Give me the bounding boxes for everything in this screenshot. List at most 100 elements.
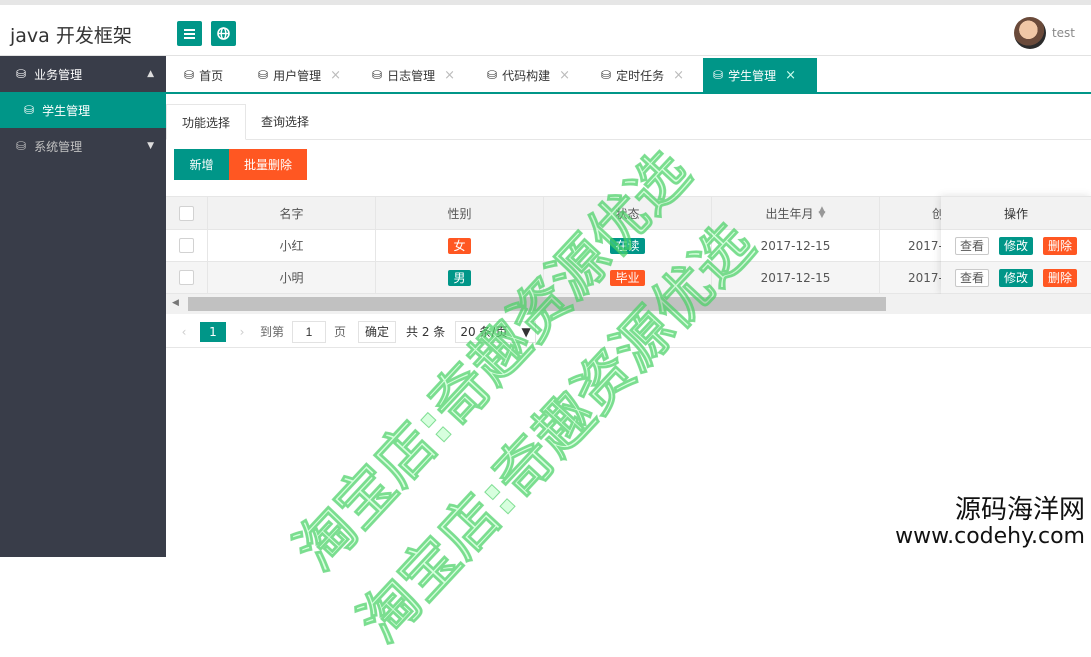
tab-query-select[interactable]: 查询选择 bbox=[246, 104, 324, 140]
tab-label: 定时任务 bbox=[616, 67, 664, 84]
row-checkbox-cell bbox=[166, 262, 208, 293]
current-page[interactable]: 1 bbox=[200, 322, 226, 342]
goto-label: 到第 bbox=[260, 323, 284, 340]
header-name: 名字 bbox=[208, 197, 376, 229]
cubes-icon: ⛁ bbox=[372, 68, 382, 82]
goto-page-input[interactable] bbox=[292, 321, 326, 343]
close-icon[interactable]: × bbox=[673, 68, 684, 83]
tab-bar: ⛁ 首页 ⛁ 用户管理 × ⛁ 日志管理 × ⛁ 代码构建 × ⛁ 定时任务 ×… bbox=[166, 58, 1091, 94]
tab-label: 代码构建 bbox=[502, 67, 550, 84]
cubes-icon: ⛁ bbox=[713, 68, 723, 82]
cell-name: 小明 bbox=[208, 262, 376, 293]
actions-row: 查看 修改 删除 bbox=[941, 230, 1091, 262]
tab-label: 用户管理 bbox=[273, 67, 321, 84]
close-icon[interactable]: × bbox=[785, 68, 796, 83]
cell-gender: 女 bbox=[376, 230, 544, 261]
sidebar-item-business[interactable]: ⛁ 业务管理 ▲ bbox=[0, 56, 166, 92]
sidebar: ⛁ 业务管理 ▲ ⛁ 学生管理 ⛁ 系统管理 ▼ bbox=[0, 56, 166, 557]
corner-watermark-title: 源码海洋网 bbox=[895, 496, 1085, 525]
sidebar-item-student[interactable]: ⛁ 学生管理 bbox=[0, 92, 166, 128]
horizontal-scrollbar[interactable]: ◀ bbox=[166, 294, 1091, 314]
edit-button[interactable]: 修改 bbox=[999, 237, 1033, 255]
cell-gender: 男 bbox=[376, 262, 544, 293]
tab-student-management[interactable]: ⛁ 学生管理 × bbox=[703, 58, 817, 92]
gender-badge: 女 bbox=[448, 238, 470, 254]
view-button[interactable]: 查看 bbox=[955, 269, 989, 287]
cubes-icon: ⛁ bbox=[24, 103, 34, 117]
user-name[interactable]: test bbox=[1052, 26, 1075, 40]
tab-user-management[interactable]: ⛁ 用户管理 × bbox=[248, 58, 351, 92]
cubes-icon: ⛁ bbox=[16, 67, 26, 81]
batch-delete-button[interactable]: 批量删除 bbox=[229, 149, 307, 180]
tab-function-select[interactable]: 功能选择 bbox=[166, 104, 246, 140]
row-checkbox-cell bbox=[166, 230, 208, 261]
tab-log-management[interactable]: ⛁ 日志管理 × bbox=[362, 58, 465, 92]
cell-birth: 2017-12-15 bbox=[712, 262, 880, 293]
prev-page-icon[interactable]: ‹ bbox=[174, 325, 194, 339]
tab-label: 首页 bbox=[199, 67, 223, 84]
header-birth-label: 出生年月 bbox=[766, 205, 814, 222]
dropdown-arrow-icon: ▼ bbox=[521, 325, 530, 339]
close-icon[interactable]: × bbox=[330, 68, 341, 83]
tab-home[interactable]: ⛁ 首页 bbox=[174, 58, 233, 92]
row-checkbox[interactable] bbox=[179, 238, 194, 253]
status-badge: 在读 bbox=[610, 238, 644, 254]
corner-watermark: 源码海洋网 www.codehy.com bbox=[895, 496, 1085, 549]
header-checkbox-cell bbox=[166, 197, 208, 229]
cubes-icon: ⛁ bbox=[487, 68, 497, 82]
close-icon[interactable]: × bbox=[444, 68, 455, 83]
globe-icon bbox=[217, 27, 230, 40]
edit-button[interactable]: 修改 bbox=[999, 269, 1033, 287]
sort-icon[interactable]: ▲▼ bbox=[819, 208, 826, 218]
sidebar-item-label: 系统管理 bbox=[34, 138, 82, 155]
pagination: ‹ 1 › 到第 页 确定 共 2 条 20 条/页 ▼ bbox=[166, 316, 1091, 348]
tab-label: 学生管理 bbox=[728, 67, 776, 84]
dashboard-icon: ⛁ bbox=[184, 68, 194, 82]
page-size-value: 20 条/页 bbox=[460, 323, 507, 340]
confirm-button[interactable]: 确定 bbox=[358, 321, 396, 343]
actions-row: 查看 修改 删除 bbox=[941, 262, 1091, 294]
next-page-icon[interactable]: › bbox=[232, 325, 252, 339]
app-title: java 开发框架 bbox=[10, 21, 132, 48]
delete-button[interactable]: 删除 bbox=[1043, 237, 1077, 255]
page-unit: 页 bbox=[334, 323, 346, 340]
globe-button[interactable] bbox=[211, 21, 236, 46]
cell-status: 在读 bbox=[544, 230, 712, 261]
close-icon[interactable]: × bbox=[559, 68, 570, 83]
delete-button[interactable]: 删除 bbox=[1043, 269, 1077, 287]
avatar[interactable] bbox=[1014, 17, 1046, 49]
cubes-icon: ⛁ bbox=[16, 139, 26, 153]
scrollbar-thumb[interactable] bbox=[188, 297, 886, 311]
gender-badge: 男 bbox=[448, 270, 470, 286]
cubes-icon: ⛁ bbox=[258, 68, 268, 82]
corner-watermark-url: www.codehy.com bbox=[895, 525, 1085, 549]
top-header: java 开发框架 test bbox=[0, 0, 1091, 56]
row-checkbox[interactable] bbox=[179, 270, 194, 285]
total-count: 共 2 条 bbox=[406, 323, 445, 340]
tab-code-build[interactable]: ⛁ 代码构建 × bbox=[477, 58, 580, 92]
tab-scheduled-tasks[interactable]: ⛁ 定时任务 × bbox=[591, 58, 694, 92]
header-status: 状态 bbox=[544, 197, 712, 229]
sidebar-item-label: 学生管理 bbox=[42, 102, 90, 119]
hamburger-icon bbox=[184, 29, 195, 39]
scroll-left-icon[interactable]: ◀ bbox=[172, 298, 179, 308]
caret-up-icon: ▲ bbox=[147, 69, 154, 79]
cell-name: 小红 bbox=[208, 230, 376, 261]
sidebar-item-system[interactable]: ⛁ 系统管理 ▼ bbox=[0, 128, 166, 164]
page-size-select[interactable]: 20 条/页 ▼ bbox=[455, 321, 535, 343]
sub-tabs: 功能选择 查询选择 bbox=[166, 104, 1091, 140]
view-button[interactable]: 查看 bbox=[955, 237, 989, 255]
header-ops: 操作 bbox=[941, 197, 1091, 230]
select-all-checkbox[interactable] bbox=[179, 206, 194, 221]
menu-toggle-button[interactable] bbox=[177, 21, 202, 46]
status-badge: 毕业 bbox=[610, 270, 644, 286]
header-birth[interactable]: 出生年月 ▲▼ bbox=[712, 197, 880, 229]
fixed-actions-column: 操作 查看 修改 删除 查看 修改 删除 bbox=[941, 196, 1091, 294]
header-gender: 性别 bbox=[376, 197, 544, 229]
user-menu[interactable]: test bbox=[1014, 17, 1075, 49]
sidebar-item-label: 业务管理 bbox=[34, 66, 82, 83]
add-button[interactable]: 新增 bbox=[174, 149, 229, 180]
cell-status: 毕业 bbox=[544, 262, 712, 293]
tab-label: 日志管理 bbox=[387, 67, 435, 84]
cell-birth: 2017-12-15 bbox=[712, 230, 880, 261]
